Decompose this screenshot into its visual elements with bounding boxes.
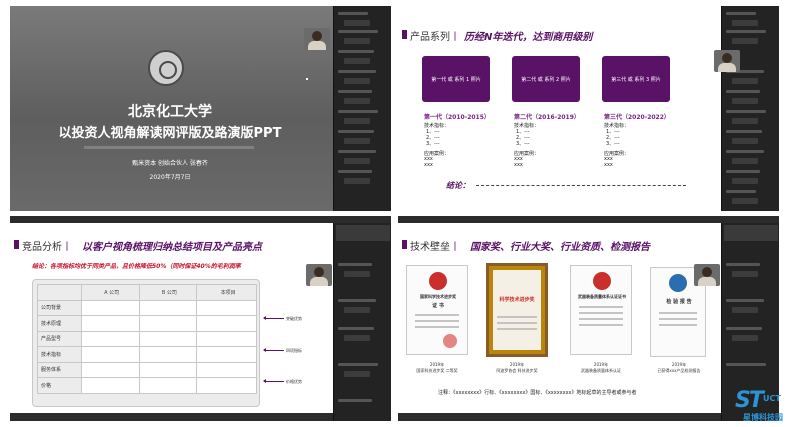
gen3-photo: 第三代 或 系列 3 照片 bbox=[602, 56, 670, 102]
slide-competitor-analysis: 竞品分析丨 以客户视角梳理归纳总结项目及产品亮点 结论：各项指标均优于同类产品，… bbox=[10, 223, 333, 413]
gen1-title: 第一代（2010-2015） bbox=[424, 114, 490, 121]
participant-video[interactable] bbox=[306, 264, 332, 286]
sidebar-header bbox=[724, 225, 778, 241]
section-title: 技术壁垒 bbox=[410, 242, 450, 253]
callout-label: 突破优势 bbox=[286, 316, 302, 321]
university-emblem-icon bbox=[148, 50, 184, 86]
gen3-spec: 3、--- bbox=[606, 141, 620, 147]
table-header-cell: 本项目 bbox=[196, 284, 257, 301]
certificate-3: 武器装备质量体系认证证书 bbox=[570, 265, 632, 355]
participant-video[interactable] bbox=[304, 28, 330, 50]
comparison-table: A 公司 B 公司 本项目 公司背景 技术原理 产品型号 技术指标 服务体系 价… bbox=[32, 279, 260, 407]
meeting-sidebar[interactable] bbox=[333, 223, 391, 421]
table-header-cell: B 公司 bbox=[138, 284, 198, 301]
participant-video[interactable] bbox=[714, 50, 740, 72]
section-title: 竞品分析 bbox=[22, 242, 62, 253]
gen2-photo: 第二代 或 系列 2 照片 bbox=[512, 56, 580, 102]
screen-panel-4: 技术壁垒丨 国家奖、行业大奖、行业资质、检测报告 国家科学技术进步奖 证 书 科… bbox=[398, 216, 779, 421]
brand-logo: ST UCT 星博科技园 bbox=[735, 388, 795, 424]
gen3-title: 第三代（2020-2022） bbox=[604, 114, 670, 121]
gen2-case: xxx bbox=[514, 162, 523, 168]
section-headline: 国家奖、行业大奖、行业资质、检测报告 bbox=[470, 242, 650, 253]
certificate-1: 国家科学技术进步奖 证 书 bbox=[406, 265, 468, 355]
conclusion-label: 结论： bbox=[446, 181, 470, 190]
table-row: 产品型号 bbox=[37, 330, 257, 347]
meeting-sidebar[interactable] bbox=[721, 6, 779, 211]
gen3-case: xxx bbox=[604, 162, 613, 168]
slide-title-line2: 以投资人视角解读网评版及路演版PPT bbox=[58, 126, 282, 141]
star-emblem-icon bbox=[593, 272, 611, 290]
cert-caption: 阿波罗协会 科技进步奖 bbox=[496, 368, 538, 373]
certificate-2: 科学技术进步奖 bbox=[486, 263, 548, 357]
screen-panel-3: 竞品分析丨 以客户视角梳理归纳总结项目及产品亮点 结论：各项指标均优于同类产品，… bbox=[10, 216, 391, 421]
sidebar-header bbox=[336, 225, 390, 241]
screen-panel-1: 北京化工大学 以投资人视角解读网评版及路演版PPT 甄米资本 创始合伙人 张春齐… bbox=[10, 6, 391, 211]
slide-title-line1: 北京化工大学 bbox=[128, 104, 212, 120]
window-titlebar bbox=[10, 216, 391, 223]
callout-arrow bbox=[263, 379, 284, 383]
meeting-sidebar[interactable] bbox=[333, 6, 391, 211]
table-row: 价格 bbox=[37, 377, 257, 394]
participant-video[interactable] bbox=[694, 264, 720, 286]
table-header-cell: A 公司 bbox=[80, 284, 140, 301]
emblem-icon bbox=[429, 272, 447, 290]
footer-note: 注释：《xxxxxxxx》行标、《xxxxxxxx》国标、《xxxxxxxx》地… bbox=[438, 390, 637, 396]
title-reflection bbox=[84, 146, 254, 149]
gen1-spec: 3、--- bbox=[426, 141, 440, 147]
section-headline: 历经N年迭代，达到商用级别 bbox=[464, 32, 593, 43]
header-accent-bar bbox=[14, 240, 19, 249]
header-accent-bar bbox=[402, 240, 407, 249]
window-titlebar bbox=[398, 216, 779, 223]
logo-suffix: UCT bbox=[763, 394, 781, 403]
cursor-dot bbox=[306, 78, 308, 80]
header-accent-bar bbox=[402, 30, 407, 39]
callout-label: 四项指标 bbox=[286, 348, 302, 353]
section-title: 产品系列 bbox=[410, 32, 450, 43]
callout-arrow bbox=[263, 316, 284, 320]
slide-tech-barrier: 技术壁垒丨 国家奖、行业大奖、行业资质、检测报告 国家科学技术进步奖 证 书 科… bbox=[398, 223, 721, 413]
screen-panel-2: 产品系列丨 历经N年迭代，达到商用级别 第一代 或 系列 1 照片 第二代 或 … bbox=[398, 6, 779, 211]
gen1-case: xxx bbox=[424, 162, 433, 168]
table-header-cell bbox=[37, 284, 82, 301]
section-headline: 以客户视角梳理归纳总结项目及产品亮点 bbox=[82, 242, 262, 253]
logo-mark: ST bbox=[735, 388, 764, 413]
logo-name: 星博科技园 bbox=[743, 413, 783, 422]
table-row: 服务体系 bbox=[37, 361, 257, 378]
gen1-photo: 第一代 或 系列 1 照片 bbox=[422, 56, 490, 102]
callout-arrow bbox=[263, 348, 284, 352]
conclusion-dashed-line bbox=[476, 185, 686, 186]
cert-caption: 国家科技进步奖 二等奖 bbox=[416, 368, 458, 373]
table-row: 技术指标 bbox=[37, 346, 257, 363]
table-row: 技术原理 bbox=[37, 315, 257, 332]
org-logo-icon bbox=[669, 274, 687, 292]
table-row: 公司背景 bbox=[37, 299, 257, 316]
conclusion-note: 结论：各项指标均优于同类产品，且价格降低50%（同时保证40%的毛利润率 bbox=[32, 263, 241, 270]
gen2-title: 第二代（2016-2019） bbox=[514, 114, 580, 121]
cert-caption: 已获得xxx产品检测报告 bbox=[657, 368, 701, 373]
callout-label: 价格优势 bbox=[286, 379, 302, 384]
cert-caption: 武器装备质量体系认证 bbox=[581, 368, 621, 373]
gen2-spec: 3、--- bbox=[516, 141, 530, 147]
seal-icon bbox=[443, 334, 457, 348]
slide-title: 北京化工大学 以投资人视角解读网评版及路演版PPT 甄米资本 创始合伙人 张春齐… bbox=[10, 6, 333, 211]
slide-presenter: 甄米资本 创始合伙人 张春齐 bbox=[132, 160, 208, 167]
slide-product-series: 产品系列丨 历经N年迭代，达到商用级别 第一代 或 系列 1 照片 第二代 或 … bbox=[398, 6, 721, 211]
table-header-row: A 公司 B 公司 本项目 bbox=[37, 284, 257, 301]
slide-date: 2020年7月7日 bbox=[149, 174, 191, 181]
